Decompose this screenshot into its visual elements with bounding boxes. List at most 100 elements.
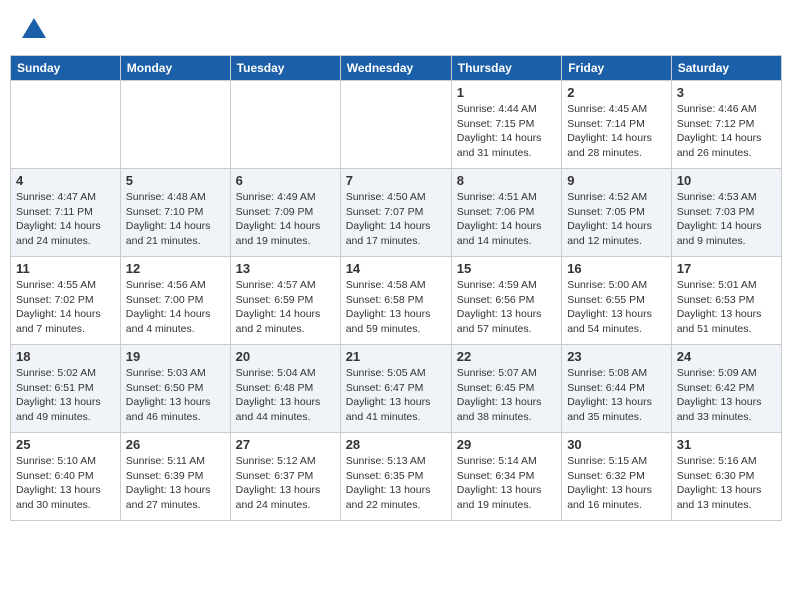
day-info: Sunrise: 4:49 AMSunset: 7:09 PMDaylight:… [236,190,335,249]
day-info: Sunrise: 5:07 AMSunset: 6:45 PMDaylight:… [457,366,556,425]
day-info: Sunrise: 4:57 AMSunset: 6:59 PMDaylight:… [236,278,335,337]
day-info: Sunrise: 5:11 AMSunset: 6:39 PMDaylight:… [126,454,225,513]
calendar-body: 1 Sunrise: 4:44 AMSunset: 7:15 PMDaylight… [11,81,782,521]
day-number: 18 [16,349,115,364]
calendar-cell: 28 Sunrise: 5:13 AMSunset: 6:35 PMDayligh… [340,433,451,521]
calendar-cell [230,81,340,169]
day-number: 23 [567,349,666,364]
calendar-cell: 24Sunrise: 5:09 AMSunset: 6:42 PMDayligh… [671,345,781,433]
day-number: 3 [677,85,776,100]
page-header [10,10,782,47]
day-info: Sunrise: 4:46 AMSunset: 7:12 PMDaylight:… [677,102,776,161]
calendar-cell: 14Sunrise: 4:58 AMSunset: 6:58 PMDayligh… [340,257,451,345]
calendar-cell: 11Sunrise: 4:55 AMSunset: 7:02 PMDayligh… [11,257,121,345]
calendar-cell: 20 Sunrise: 5:04 AMSunset: 6:48 PMDayligh… [230,345,340,433]
day-number: 2 [567,85,666,100]
weekday-monday: Monday [120,56,230,81]
weekday-thursday: Thursday [451,56,561,81]
day-number: 5 [126,173,225,188]
calendar-cell: 7 Sunrise: 4:50 AMSunset: 7:07 PMDaylight… [340,169,451,257]
calendar-cell: 16Sunrise: 5:00 AMSunset: 6:55 PMDayligh… [562,257,672,345]
day-info: Sunrise: 4:50 AMSunset: 7:07 PMDaylight:… [346,190,446,249]
day-number: 25 [16,437,115,452]
calendar-cell: 29 Sunrise: 5:14 AMSunset: 6:34 PMDayligh… [451,433,561,521]
calendar-cell: 3 Sunrise: 4:46 AMSunset: 7:12 PMDaylight… [671,81,781,169]
day-number: 4 [16,173,115,188]
calendar-cell: 30Sunrise: 5:15 AMSunset: 6:32 PMDayligh… [562,433,672,521]
calendar-cell [120,81,230,169]
day-number: 10 [677,173,776,188]
calendar-cell: 19 Sunrise: 5:03 AMSunset: 6:50 PMDayligh… [120,345,230,433]
calendar-cell: 17 Sunrise: 5:01 AMSunset: 6:53 PMDayligh… [671,257,781,345]
day-info: Sunrise: 4:59 AMSunset: 6:56 PMDaylight:… [457,278,556,337]
week-row-4: 18 Sunrise: 5:02 AMSunset: 6:51 PMDayligh… [11,345,782,433]
day-number: 13 [236,261,335,276]
day-info: Sunrise: 4:51 AMSunset: 7:06 PMDaylight:… [457,190,556,249]
day-number: 8 [457,173,556,188]
calendar-cell: 23 Sunrise: 5:08 AMSunset: 6:44 PMDayligh… [562,345,672,433]
day-number: 27 [236,437,335,452]
day-info: Sunrise: 5:10 AMSunset: 6:40 PMDaylight:… [16,454,115,513]
calendar-cell: 27 Sunrise: 5:12 AMSunset: 6:37 PMDayligh… [230,433,340,521]
day-info: Sunrise: 5:13 AMSunset: 6:35 PMDaylight:… [346,454,446,513]
calendar-cell: 5 Sunrise: 4:48 AMSunset: 7:10 PMDaylight… [120,169,230,257]
day-info: Sunrise: 5:14 AMSunset: 6:34 PMDaylight:… [457,454,556,513]
day-info: Sunrise: 4:52 AMSunset: 7:05 PMDaylight:… [567,190,666,249]
day-info: Sunrise: 5:08 AMSunset: 6:44 PMDaylight:… [567,366,666,425]
logo [20,18,46,43]
day-number: 30 [567,437,666,452]
day-number: 14 [346,261,446,276]
week-row-3: 11Sunrise: 4:55 AMSunset: 7:02 PMDayligh… [11,257,782,345]
day-info: Sunrise: 4:45 AMSunset: 7:14 PMDaylight:… [567,102,666,161]
logo-text [20,18,46,43]
weekday-wednesday: Wednesday [340,56,451,81]
week-row-5: 25 Sunrise: 5:10 AMSunset: 6:40 PMDayligh… [11,433,782,521]
day-number: 1 [457,85,556,100]
day-info: Sunrise: 4:47 AMSunset: 7:11 PMDaylight:… [16,190,115,249]
calendar-cell: 31 Sunrise: 5:16 AMSunset: 6:30 PMDayligh… [671,433,781,521]
day-info: Sunrise: 5:12 AMSunset: 6:37 PMDaylight:… [236,454,335,513]
calendar-cell: 10 Sunrise: 4:53 AMSunset: 7:03 PMDayligh… [671,169,781,257]
day-number: 29 [457,437,556,452]
calendar-table: SundayMondayTuesdayWednesdayThursdayFrid… [10,55,782,521]
calendar-cell: 12Sunrise: 4:56 AMSunset: 7:00 PMDayligh… [120,257,230,345]
calendar-cell: 26Sunrise: 5:11 AMSunset: 6:39 PMDayligh… [120,433,230,521]
day-number: 31 [677,437,776,452]
calendar-cell: 2 Sunrise: 4:45 AMSunset: 7:14 PMDaylight… [562,81,672,169]
day-number: 6 [236,173,335,188]
calendar-cell: 15Sunrise: 4:59 AMSunset: 6:56 PMDayligh… [451,257,561,345]
calendar-cell: 25 Sunrise: 5:10 AMSunset: 6:40 PMDayligh… [11,433,121,521]
day-number: 24 [677,349,776,364]
calendar-cell: 22 Sunrise: 5:07 AMSunset: 6:45 PMDayligh… [451,345,561,433]
logo-icon [22,18,46,38]
calendar-cell: 21Sunrise: 5:05 AMSunset: 6:47 PMDayligh… [340,345,451,433]
day-info: Sunrise: 4:55 AMSunset: 7:02 PMDaylight:… [16,278,115,337]
day-info: Sunrise: 4:53 AMSunset: 7:03 PMDaylight:… [677,190,776,249]
week-row-2: 4 Sunrise: 4:47 AMSunset: 7:11 PMDaylight… [11,169,782,257]
day-info: Sunrise: 5:16 AMSunset: 6:30 PMDaylight:… [677,454,776,513]
day-number: 22 [457,349,556,364]
day-info: Sunrise: 5:01 AMSunset: 6:53 PMDaylight:… [677,278,776,337]
weekday-saturday: Saturday [671,56,781,81]
calendar-cell [11,81,121,169]
day-number: 7 [346,173,446,188]
day-number: 9 [567,173,666,188]
calendar-cell: 13 Sunrise: 4:57 AMSunset: 6:59 PMDayligh… [230,257,340,345]
day-number: 19 [126,349,225,364]
weekday-header-row: SundayMondayTuesdayWednesdayThursdayFrid… [11,56,782,81]
day-info: Sunrise: 4:56 AMSunset: 7:00 PMDaylight:… [126,278,225,337]
day-info: Sunrise: 4:48 AMSunset: 7:10 PMDaylight:… [126,190,225,249]
day-info: Sunrise: 5:03 AMSunset: 6:50 PMDaylight:… [126,366,225,425]
weekday-sunday: Sunday [11,56,121,81]
calendar-cell: 1 Sunrise: 4:44 AMSunset: 7:15 PMDaylight… [451,81,561,169]
day-info: Sunrise: 4:44 AMSunset: 7:15 PMDaylight:… [457,102,556,161]
day-number: 20 [236,349,335,364]
day-number: 17 [677,261,776,276]
day-info: Sunrise: 5:04 AMSunset: 6:48 PMDaylight:… [236,366,335,425]
day-number: 28 [346,437,446,452]
calendar-cell: 18 Sunrise: 5:02 AMSunset: 6:51 PMDayligh… [11,345,121,433]
calendar-cell: 8 Sunrise: 4:51 AMSunset: 7:06 PMDaylight… [451,169,561,257]
calendar-cell [340,81,451,169]
week-row-1: 1 Sunrise: 4:44 AMSunset: 7:15 PMDaylight… [11,81,782,169]
day-info: Sunrise: 5:02 AMSunset: 6:51 PMDaylight:… [16,366,115,425]
